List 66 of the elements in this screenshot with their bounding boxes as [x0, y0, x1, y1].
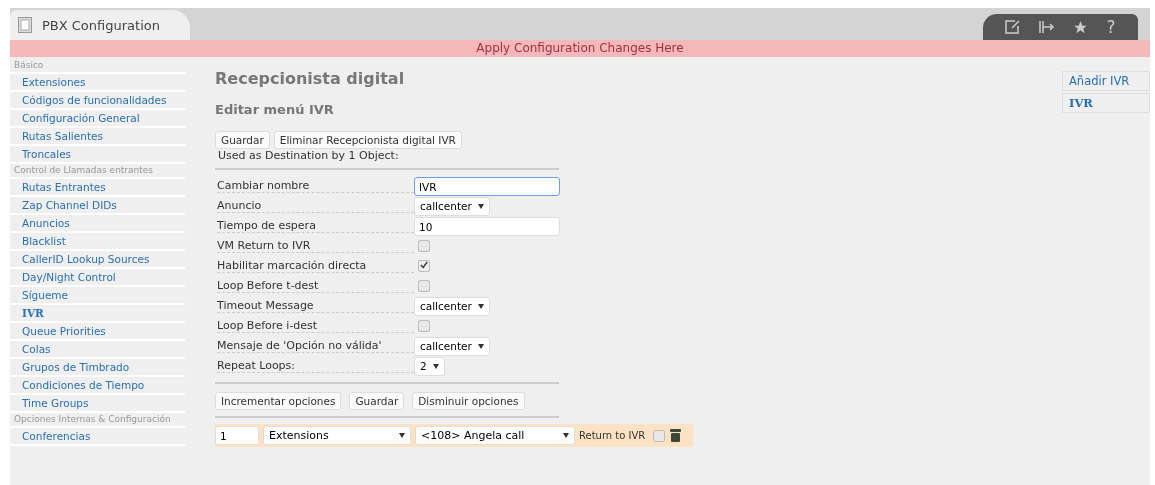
- sidebar-item[interactable]: Sígueme: [10, 287, 185, 305]
- field-label: Loop Before i-dest: [217, 319, 414, 333]
- caret-icon: [563, 433, 569, 438]
- caret-icon: [432, 363, 439, 369]
- sidebar-item[interactable]: CallerID Lookup Sources: [10, 251, 185, 269]
- sidebar-item[interactable]: Zap Channel DIDs: [10, 197, 185, 215]
- used-as-destination-text: Used as Destination by 1 Object:: [218, 149, 400, 162]
- input-field[interactable]: IVR: [414, 176, 560, 196]
- action-button[interactable]: Guardar: [215, 131, 270, 149]
- apply-changes-link[interactable]: Apply Configuration Changes Here: [10, 40, 1150, 57]
- window-icon: [18, 17, 32, 33]
- dropdown[interactable]: <108> Angela call: [415, 426, 575, 445]
- checkbox[interactable]: [418, 280, 430, 292]
- digit-input-field[interactable]: 1: [215, 426, 259, 445]
- sidebar-section-header: Opciones Internas & Configuración: [10, 413, 185, 428]
- dropdown[interactable]: callcenter: [414, 296, 490, 316]
- sidebar-item[interactable]: Configuración General: [10, 110, 185, 128]
- trash-icon[interactable]: [669, 428, 684, 443]
- dropdown[interactable]: Extensions: [263, 426, 411, 445]
- sidebar-item[interactable]: Day/Night Control: [10, 269, 185, 287]
- pbx-configuration-tab[interactable]: PBX Configuration: [10, 10, 190, 40]
- action-button[interactable]: Disminuir opciones: [412, 392, 525, 410]
- checkbox[interactable]: [418, 240, 430, 252]
- page-title: Recepcionista digital: [215, 69, 406, 88]
- sidebar-item[interactable]: Condiciones de Tiempo: [10, 377, 185, 395]
- sidebar-item[interactable]: Anuncios: [10, 215, 185, 233]
- sidebar-item[interactable]: Rutas Entrantes: [10, 179, 185, 197]
- action-button[interactable]: Eliminar Recepcionista digital IVR: [273, 131, 462, 149]
- edit-icon[interactable]: [1005, 20, 1022, 34]
- sidebar-item[interactable]: Blacklist: [10, 233, 185, 251]
- side-link[interactable]: Añadir IVR: [1062, 71, 1150, 91]
- checkbox[interactable]: [653, 429, 666, 442]
- exit-icon[interactable]: [1039, 20, 1056, 34]
- sidebar-section-header: Control de Llamadas entrantes: [10, 164, 185, 179]
- tab-title: PBX Configuration: [42, 17, 160, 33]
- sidebar-item[interactable]: Troncales: [10, 146, 185, 164]
- page-subtitle: Editar menú IVR: [215, 102, 335, 117]
- sidebar-item[interactable]: Grupos de Timbrado: [10, 359, 185, 377]
- help-icon[interactable]: ?: [1106, 17, 1116, 37]
- dropdown[interactable]: callcenter: [414, 336, 490, 356]
- side-link[interactable]: IVR: [1062, 93, 1150, 113]
- sidebar-item[interactable]: Extensiones: [10, 74, 185, 92]
- action-button[interactable]: Incrementar opciones: [215, 392, 342, 410]
- caret-icon: [477, 343, 484, 349]
- field-label: Habilitar marcación directa: [217, 259, 414, 273]
- checkbox[interactable]: [418, 320, 430, 332]
- caret-icon: [399, 433, 405, 438]
- action-button[interactable]: Guardar: [349, 392, 405, 410]
- input-field[interactable]: 10: [414, 216, 560, 236]
- field-label: VM Return to IVR: [217, 239, 414, 253]
- field-label: Loop Before t-dest: [217, 279, 414, 293]
- sidebar-item[interactable]: Colas: [10, 341, 185, 359]
- return-to-ivr-label: Return to IVR: [579, 430, 646, 441]
- sidebar-item[interactable]: IVR: [10, 305, 185, 323]
- sidebar-section-header: Básico: [10, 59, 185, 74]
- checkbox[interactable]: [418, 260, 430, 272]
- dropdown[interactable]: 2: [414, 356, 445, 376]
- dropdown[interactable]: callcenter: [414, 196, 490, 216]
- sidebar-item[interactable]: Conferencias: [10, 428, 185, 446]
- star-icon[interactable]: [1073, 19, 1089, 35]
- sidebar-item[interactable]: Códigos de funcionalidades: [10, 92, 185, 110]
- sidebar-item[interactable]: Queue Priorities: [10, 323, 185, 341]
- sidebar-item[interactable]: Time Groups: [10, 395, 185, 413]
- caret-icon: [477, 203, 484, 209]
- sidebar-item[interactable]: Rutas Salientes: [10, 128, 185, 146]
- caret-icon: [477, 303, 484, 309]
